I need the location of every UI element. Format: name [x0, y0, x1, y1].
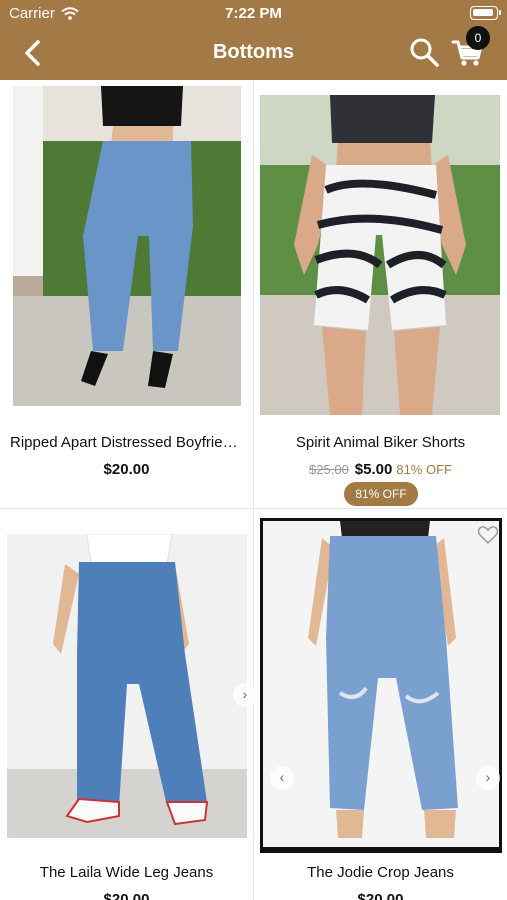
product-card[interactable]: ‹ › The Jodie Crop Jeans $20.00: [254, 509, 507, 900]
product-image[interactable]: [260, 95, 500, 415]
product-photo: [7, 534, 247, 838]
original-price: $25.00: [309, 462, 349, 477]
cart-count-badge: 0: [466, 26, 490, 50]
price-row: $20.00: [0, 891, 253, 900]
battery-icon: [470, 6, 501, 20]
product-price: $5.00: [354, 461, 393, 478]
heart-icon[interactable]: [477, 524, 499, 546]
discount-text: 81% OFF: [396, 462, 452, 477]
price-row: $20.00: [0, 461, 253, 478]
discount-badge: 81% OFF: [344, 482, 418, 506]
product-photo: [260, 95, 500, 415]
status-time: 7:22 PM: [225, 5, 282, 22]
product-photo: [260, 518, 502, 853]
product-name[interactable]: The Laila Wide Leg Jeans: [0, 864, 253, 881]
navigation-bar: Bottoms 0: [0, 26, 507, 80]
product-name[interactable]: Ripped Apart Distressed Boyfrien…: [0, 434, 253, 451]
product-photo: [13, 86, 241, 406]
product-name[interactable]: The Jodie Crop Jeans: [254, 864, 507, 881]
app-header: Carrier 7:22 PM Bottoms 0: [0, 0, 507, 80]
product-grid: Ripped Apart Distressed Boyfrien… $20.00…: [0, 80, 507, 900]
product-image[interactable]: [7, 534, 247, 838]
product-image[interactable]: [13, 86, 241, 406]
product-card[interactable]: › The Laila Wide Leg Jeans $20.00: [0, 509, 257, 900]
product-price: $20.00: [103, 891, 150, 900]
carousel-prev-button[interactable]: ‹: [270, 766, 294, 790]
search-icon[interactable]: [408, 36, 440, 68]
product-image[interactable]: [260, 518, 502, 853]
carousel-next-button[interactable]: ›: [476, 766, 500, 790]
price-row: $20.00: [254, 891, 507, 900]
product-price: $20.00: [357, 891, 404, 900]
product-card[interactable]: Ripped Apart Distressed Boyfrien… $20.00: [0, 80, 253, 508]
product-card[interactable]: Spirit Animal Biker Shorts $25.00 $5.00 81…: [254, 80, 507, 508]
product-price: $20.00: [103, 461, 150, 478]
product-name[interactable]: Spirit Animal Biker Shorts: [254, 434, 507, 451]
status-bar: Carrier 7:22 PM: [0, 0, 507, 28]
price-row: $25.00 $5.00 81% OFF: [254, 461, 507, 478]
